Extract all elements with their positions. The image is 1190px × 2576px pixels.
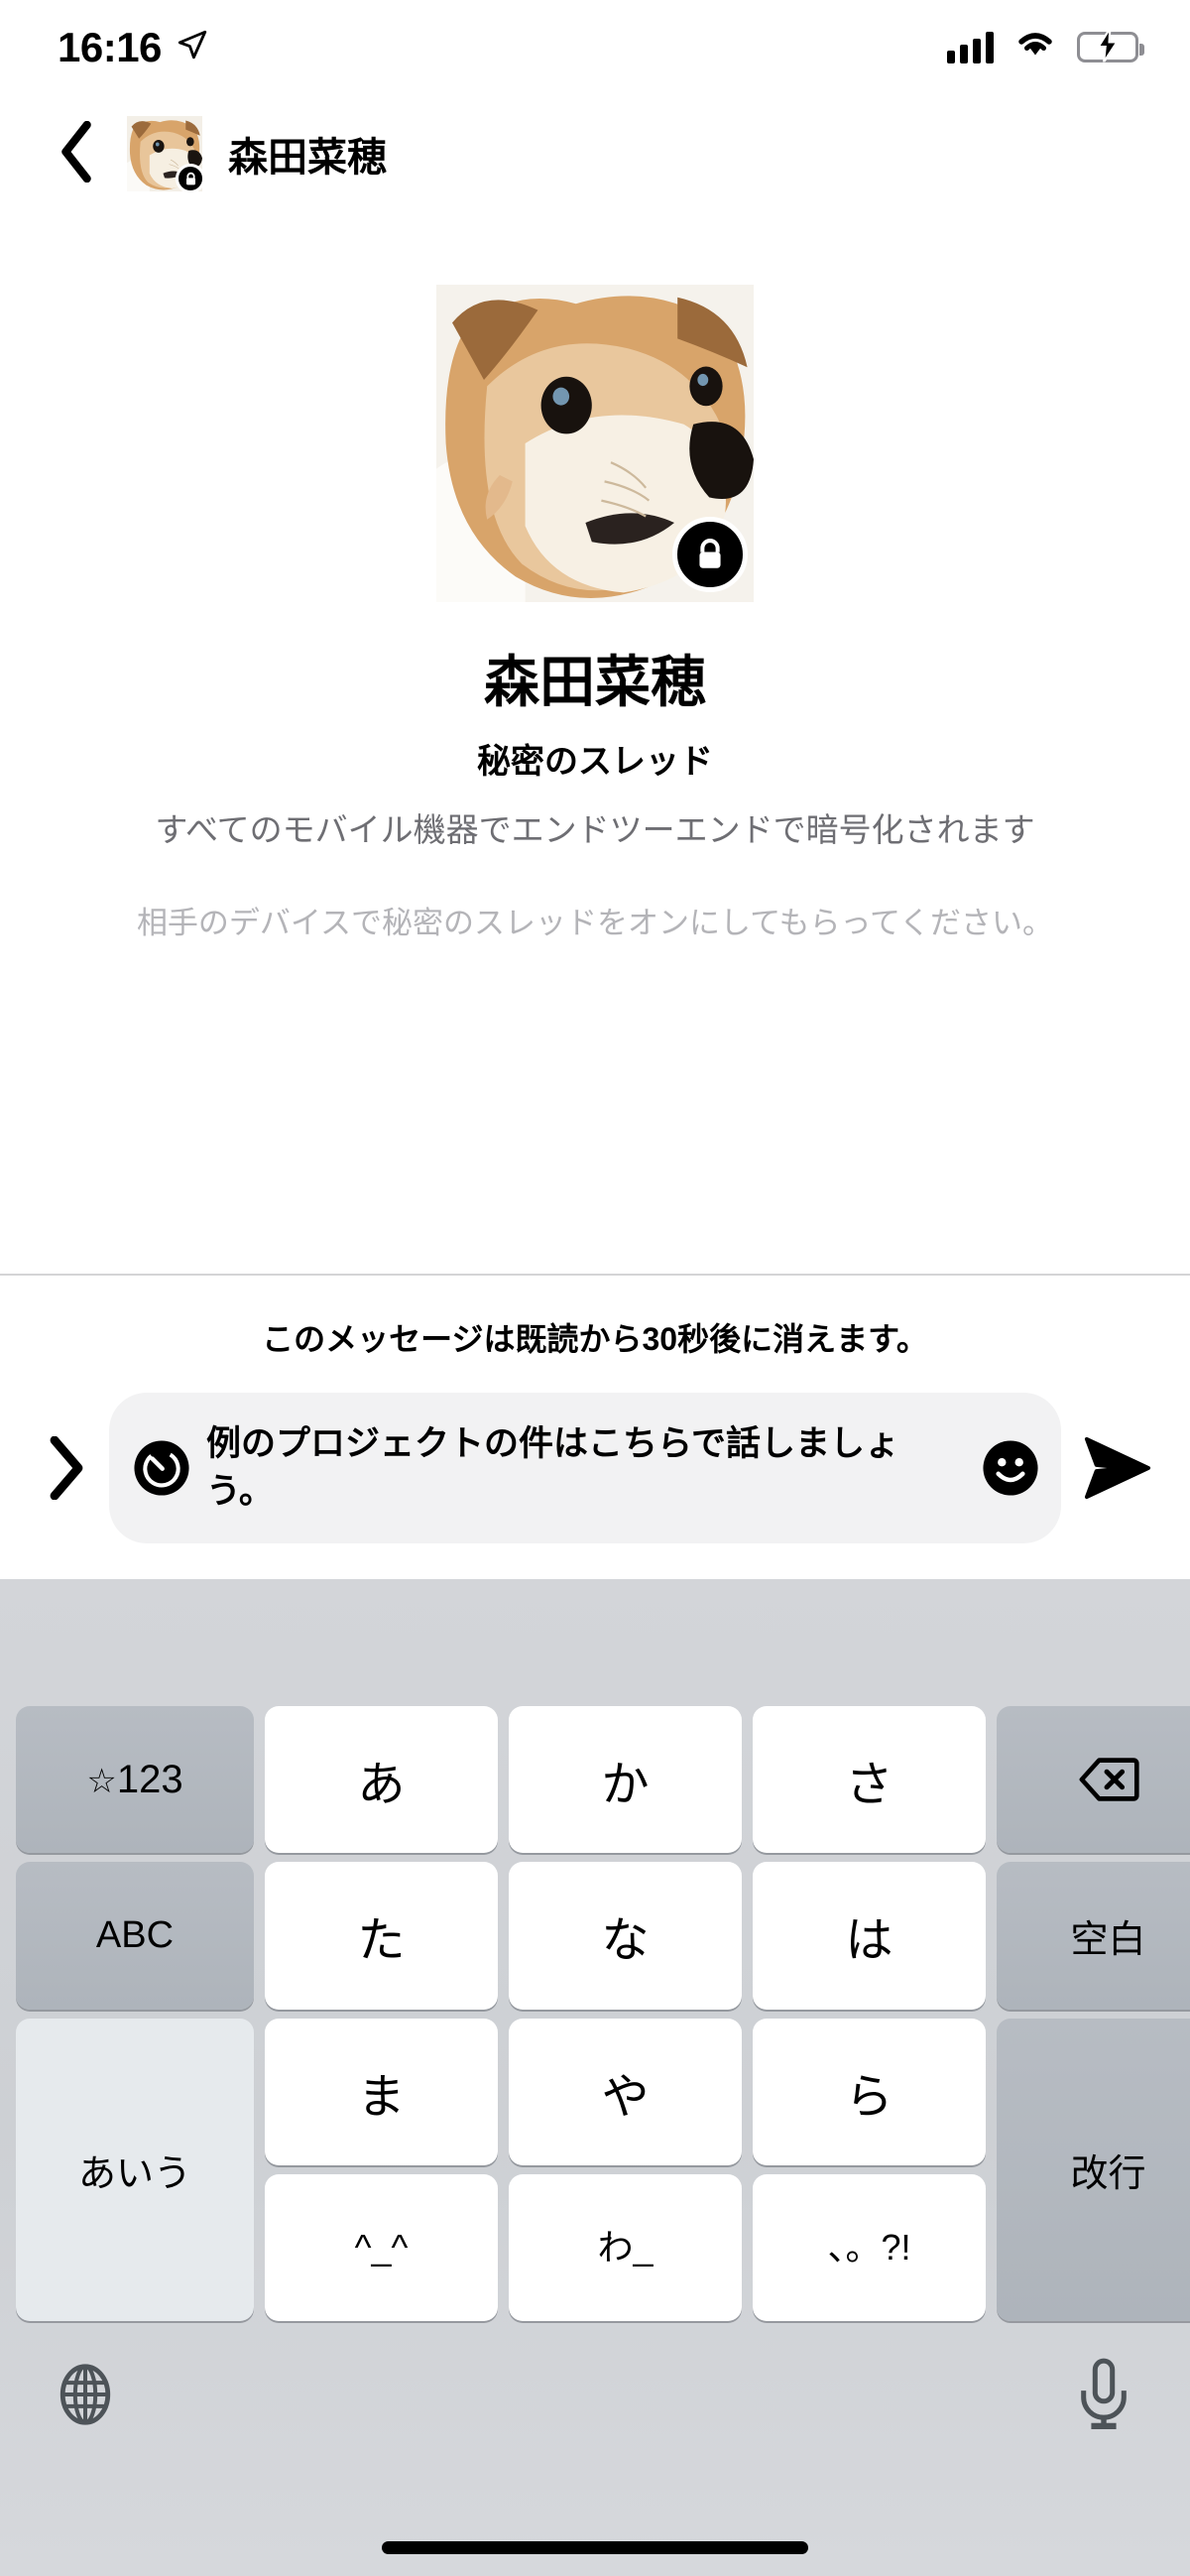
message-composer: 例のプロジェクトの件はこちらで話しましょう。 bbox=[0, 1389, 1190, 1547]
key-ha-row[interactable]: は bbox=[753, 1862, 986, 2010]
home-indicator bbox=[382, 2541, 808, 2554]
key-wa-row-label: わ_ bbox=[597, 2226, 654, 2268]
key-abc-label: ABC bbox=[95, 1913, 175, 1956]
page-title: 森田菜穂 bbox=[228, 136, 387, 180]
key-ra-row-label: ら bbox=[845, 2070, 893, 2124]
key-ta-row-label: た bbox=[357, 1914, 406, 1968]
profile-subtitle: 秘密のスレッド bbox=[477, 743, 713, 781]
key-kaomoji-label: ^_^ bbox=[354, 2226, 409, 2268]
key-ha-row-label: は bbox=[845, 1914, 893, 1968]
avatar[interactable] bbox=[127, 116, 205, 193]
key-return-label: 改行 bbox=[1070, 2152, 1146, 2195]
key-punctuation-label: 、。?! bbox=[827, 2226, 911, 2268]
japanese-kana-keyboard: ☆123 あ か さ ABC た な は 空白あいう ま や ら改行 ^_^ わ_ 、。?! bbox=[0, 1579, 1190, 2576]
key-space[interactable]: 空白 bbox=[997, 1862, 1190, 2010]
cellular-signal-icon bbox=[947, 31, 994, 63]
key-kaomoji[interactable]: ^_^ bbox=[265, 2173, 498, 2321]
key-sa-row-label: さ bbox=[845, 1759, 893, 1812]
smiley-icon[interactable] bbox=[982, 1439, 1039, 1497]
key-punctuation[interactable]: 、。?! bbox=[753, 2173, 986, 2321]
lock-icon bbox=[176, 164, 205, 193]
message-input[interactable]: 例のプロジェクトの件はこちらで話しましょう。 bbox=[109, 1393, 1061, 1543]
keyboard-bottom-bar bbox=[0, 2328, 1190, 2576]
key-wa-row[interactable]: わ_ bbox=[509, 2173, 742, 2321]
profile-avatar[interactable] bbox=[436, 285, 754, 602]
navigation-bar: 森田菜穂 bbox=[0, 94, 1190, 213]
lock-icon bbox=[672, 517, 748, 592]
status-bar-left: 16:16 bbox=[58, 24, 209, 71]
key-ra-row[interactable]: ら bbox=[753, 2018, 986, 2165]
composer-divider bbox=[0, 1274, 1190, 1276]
key-ka-row-label: か bbox=[601, 1759, 650, 1812]
key-backspace[interactable] bbox=[997, 1706, 1190, 1854]
encryption-description: すべてのモバイル機器でエンドツーエンドで暗号化されます bbox=[155, 811, 1035, 848]
key-sa-row[interactable]: さ bbox=[753, 1706, 986, 1854]
battery-charging-icon bbox=[1077, 27, 1144, 62]
key-a-row-label: あ bbox=[357, 1759, 406, 1812]
back-button[interactable] bbox=[58, 120, 97, 187]
key-na-row[interactable]: な bbox=[509, 1862, 742, 2010]
key-ma-row[interactable]: ま bbox=[265, 2018, 498, 2165]
key-na-row-label: な bbox=[601, 1914, 650, 1968]
expand-actions-button[interactable] bbox=[34, 1436, 95, 1500]
key-ta-row[interactable]: た bbox=[265, 1862, 498, 2010]
key-space-label: 空白 bbox=[1070, 1918, 1146, 1961]
message-input-value[interactable]: 例のプロジェクトの件はこちらで話しましょう。 bbox=[206, 1407, 966, 1531]
status-bar-clock: 16:16 bbox=[58, 23, 162, 70]
profile-name: 森田菜穂 bbox=[484, 651, 706, 713]
key-ma-row-label: ま bbox=[357, 2070, 406, 2124]
key-symbols[interactable]: ☆123 bbox=[16, 1706, 254, 1854]
ephemeral-notice: このメッセージは既読から30秒後に消えます。 bbox=[262, 1321, 928, 1357]
microphone-icon[interactable] bbox=[1075, 2358, 1132, 2436]
key-symbols-label: ☆123 bbox=[86, 1757, 183, 1801]
key-a-row[interactable]: あ bbox=[265, 1706, 498, 1854]
key-ya-row[interactable]: や bbox=[509, 2018, 742, 2165]
secret-thread-hint: 相手のデバイスで秘密のスレッドをオンにしてもらってください。 bbox=[136, 906, 1054, 941]
keyboard-grid: ☆123 あ か さ ABC た な は 空白あいう ま や ら改行 ^_^ わ_ 、。?! bbox=[10, 1706, 1190, 2321]
secret-thread-profile: 森田菜穂 秘密のスレッド すべてのモバイル機器でエンドツーエンドで暗号化されます… bbox=[0, 213, 1190, 942]
key-ya-row-label: や bbox=[601, 2070, 650, 2124]
timer-icon[interactable] bbox=[133, 1439, 190, 1497]
key-abc[interactable]: ABC bbox=[16, 1862, 254, 2010]
globe-icon[interactable] bbox=[55, 2364, 116, 2430]
key-ka-row[interactable]: か bbox=[509, 1706, 742, 1854]
key-return[interactable]: 改行 bbox=[997, 2018, 1190, 2321]
status-bar-right bbox=[947, 27, 1144, 64]
key-kana-mode-label: あいう bbox=[77, 2152, 191, 2195]
status-bar: 16:16 bbox=[0, 0, 1190, 94]
send-button[interactable] bbox=[1075, 1433, 1160, 1503]
key-kana-mode[interactable]: あいう bbox=[16, 2018, 254, 2321]
wifi-icon bbox=[1015, 30, 1055, 64]
location-arrow-icon bbox=[176, 28, 209, 66]
